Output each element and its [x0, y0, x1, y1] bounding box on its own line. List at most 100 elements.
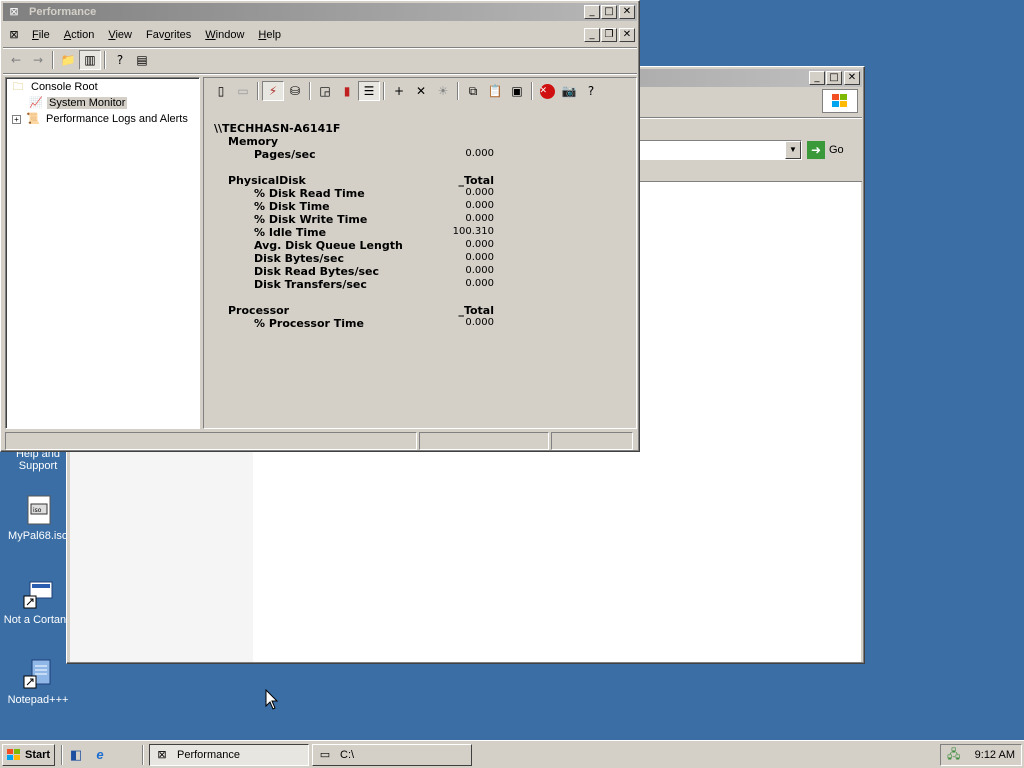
close-icon[interactable]: ✕: [619, 5, 635, 19]
report-counter-value: 0.000: [465, 187, 494, 198]
menu-action[interactable]: Action: [57, 29, 102, 41]
paste-counter-list-icon[interactable]: 📋: [484, 81, 506, 101]
report-counter-name: % Processor Time: [254, 317, 364, 330]
toolbar-separator: [457, 82, 459, 100]
report-counter-name: Avg. Disk Queue Length: [254, 239, 403, 252]
menu-window[interactable]: Window: [198, 29, 251, 41]
address-combo[interactable]: ▼: [627, 140, 802, 160]
report-object-physicaldisk: PhysicalDisk: [228, 174, 306, 187]
toolbar-separator: [104, 51, 106, 69]
maximize-icon[interactable]: □: [601, 5, 617, 19]
system-monitor-icon: 📈: [29, 96, 43, 109]
explorer-caption-buttons: _ □ ✕: [808, 71, 860, 85]
performance-window[interactable]: ⊠ Performance _ □ ✕ ⊠ File Action View F…: [0, 0, 640, 452]
shortcut-app-icon: [22, 578, 54, 610]
clear-display-icon[interactable]: ▭: [232, 81, 254, 101]
menu-file[interactable]: File: [25, 29, 57, 41]
taskbar-button-performance[interactable]: ⊠ Performance: [149, 744, 309, 766]
copy-properties-icon[interactable]: ⧉: [462, 81, 484, 101]
notepad-icon: [22, 658, 54, 690]
view-report-icon[interactable]: ☰: [358, 81, 380, 101]
report-counter-value: 0.000: [465, 213, 494, 224]
forward-arrow-icon[interactable]: →: [27, 50, 49, 70]
view-current-activity-icon[interactable]: ⚡: [262, 81, 284, 101]
status-cell-2: [419, 432, 549, 450]
system-monitor-pane[interactable]: ▯ ▭ ⚡ ⛁ ◲ ▮ ☰ + ✕ ☀ ⧉ 📋 ▣ ✕ 📷 ? \\TECHHA…: [203, 77, 637, 429]
tree-item-system-monitor[interactable]: 📈 System Monitor: [28, 95, 128, 111]
performance-app-icon: ⊠: [9, 5, 19, 18]
desktop-icon-not-a-cortana[interactable]: Not a Cortana: [0, 578, 76, 626]
minimize-icon[interactable]: _: [584, 28, 600, 42]
view-histogram-icon[interactable]: ▮: [336, 81, 358, 101]
report-counter-value: 0.000: [465, 148, 494, 159]
view-log-data-icon[interactable]: ⛁: [284, 81, 306, 101]
toolbar-separator: [383, 82, 385, 100]
menu-help[interactable]: Help: [251, 29, 288, 41]
add-counter-icon[interactable]: +: [388, 81, 410, 101]
report-counter-name: % Disk Write Time: [254, 213, 368, 226]
desktop-icon-label: MyPal68.iso: [8, 530, 68, 542]
desktop-icon-notepad[interactable]: Notepad+++: [0, 658, 76, 706]
report-counter-value: 100.310: [452, 226, 494, 237]
report-counter-value: 0.000: [465, 278, 494, 289]
drive-icon: ▭: [319, 748, 331, 761]
go-arrow-icon: ➜: [807, 141, 825, 159]
up-folder-icon[interactable]: 📁: [57, 50, 79, 70]
report-counter-name: % Disk Read Time: [254, 187, 365, 200]
quick-launch-show-desktop-icon[interactable]: ◧: [68, 747, 84, 763]
report-object-memory: Memory: [228, 135, 279, 148]
restore-icon[interactable]: ❐: [601, 28, 617, 42]
menu-favorites[interactable]: Favorites: [139, 29, 198, 41]
windows-flag-icon: [7, 749, 20, 760]
system-tray: 🖧 9:12 AM: [940, 744, 1022, 766]
go-button[interactable]: ➜ Go: [807, 140, 844, 160]
expand-plus-icon[interactable]: +: [12, 114, 21, 124]
menu-view[interactable]: View: [101, 29, 139, 41]
minimize-icon[interactable]: _: [809, 71, 825, 85]
windows-logo-icon: [822, 89, 858, 113]
show-tree-icon[interactable]: ▥: [79, 50, 101, 70]
desktop-icon-label: Notepad+++: [7, 694, 69, 706]
desktop-icon-mypal-iso[interactable]: iso MyPal68.iso: [0, 494, 76, 542]
taskbar-button-c-drive[interactable]: ▭ C:\: [312, 744, 472, 766]
report-counter-name: Disk Read Bytes/sec: [254, 265, 380, 278]
highlight-icon[interactable]: ☀: [432, 81, 454, 101]
performance-app-icon: ⊠: [157, 748, 167, 761]
task-label: C:\: [340, 749, 355, 761]
tree-label: Performance Logs and Alerts: [46, 113, 188, 125]
back-arrow-icon[interactable]: ←: [5, 50, 27, 70]
status-cell-main: [5, 432, 417, 450]
clock[interactable]: 9:12 AM: [975, 749, 1015, 761]
performance-titlebar[interactable]: ⊠ Performance: [3, 3, 637, 21]
close-icon[interactable]: ✕: [844, 71, 860, 85]
new-counter-set-icon[interactable]: ▯: [210, 81, 232, 101]
update-data-icon[interactable]: 📷: [558, 81, 580, 101]
properties-icon[interactable]: ▣: [506, 81, 528, 101]
quick-launch-divider: [61, 745, 63, 765]
mmc-doc-icon: ⊠: [9, 28, 19, 41]
mdi-caption-buttons: _ ❐ ✕: [583, 28, 635, 42]
close-icon[interactable]: ✕: [619, 28, 635, 42]
freeze-display-icon[interactable]: ✕: [536, 81, 558, 101]
chevron-down-icon[interactable]: ▼: [785, 141, 801, 159]
console-tree[interactable]: 🗀 Console Root 📈 System Monitor + 📜 Perf…: [5, 77, 200, 429]
network-tray-icon[interactable]: 🖧: [947, 745, 960, 766]
view-graph-icon[interactable]: ◲: [314, 81, 336, 101]
minimize-icon[interactable]: _: [584, 5, 600, 19]
report-counter-value: 0.000: [465, 252, 494, 263]
report-counter-value: 0.000: [465, 317, 494, 328]
task-label: Performance: [177, 749, 240, 761]
help-icon[interactable]: ?: [580, 81, 602, 101]
start-button[interactable]: Start: [2, 744, 55, 766]
tree-item-console-root[interactable]: 🗀 Console Root: [10, 79, 100, 95]
report-counter-value: 0.000: [465, 200, 494, 211]
tree-item-perf-logs[interactable]: + 📜 Performance Logs and Alerts: [12, 111, 190, 127]
help-icon[interactable]: ?: [109, 50, 131, 70]
show-hide-pane-icon[interactable]: ▤: [131, 50, 153, 70]
maximize-icon[interactable]: □: [826, 71, 842, 85]
delete-counter-icon[interactable]: ✕: [410, 81, 432, 101]
toolbar-separator-line: [3, 73, 637, 75]
iso-file-icon: iso: [22, 494, 54, 526]
quick-launch-ie-icon[interactable]: e: [92, 747, 108, 763]
window-title: Performance: [29, 6, 97, 18]
